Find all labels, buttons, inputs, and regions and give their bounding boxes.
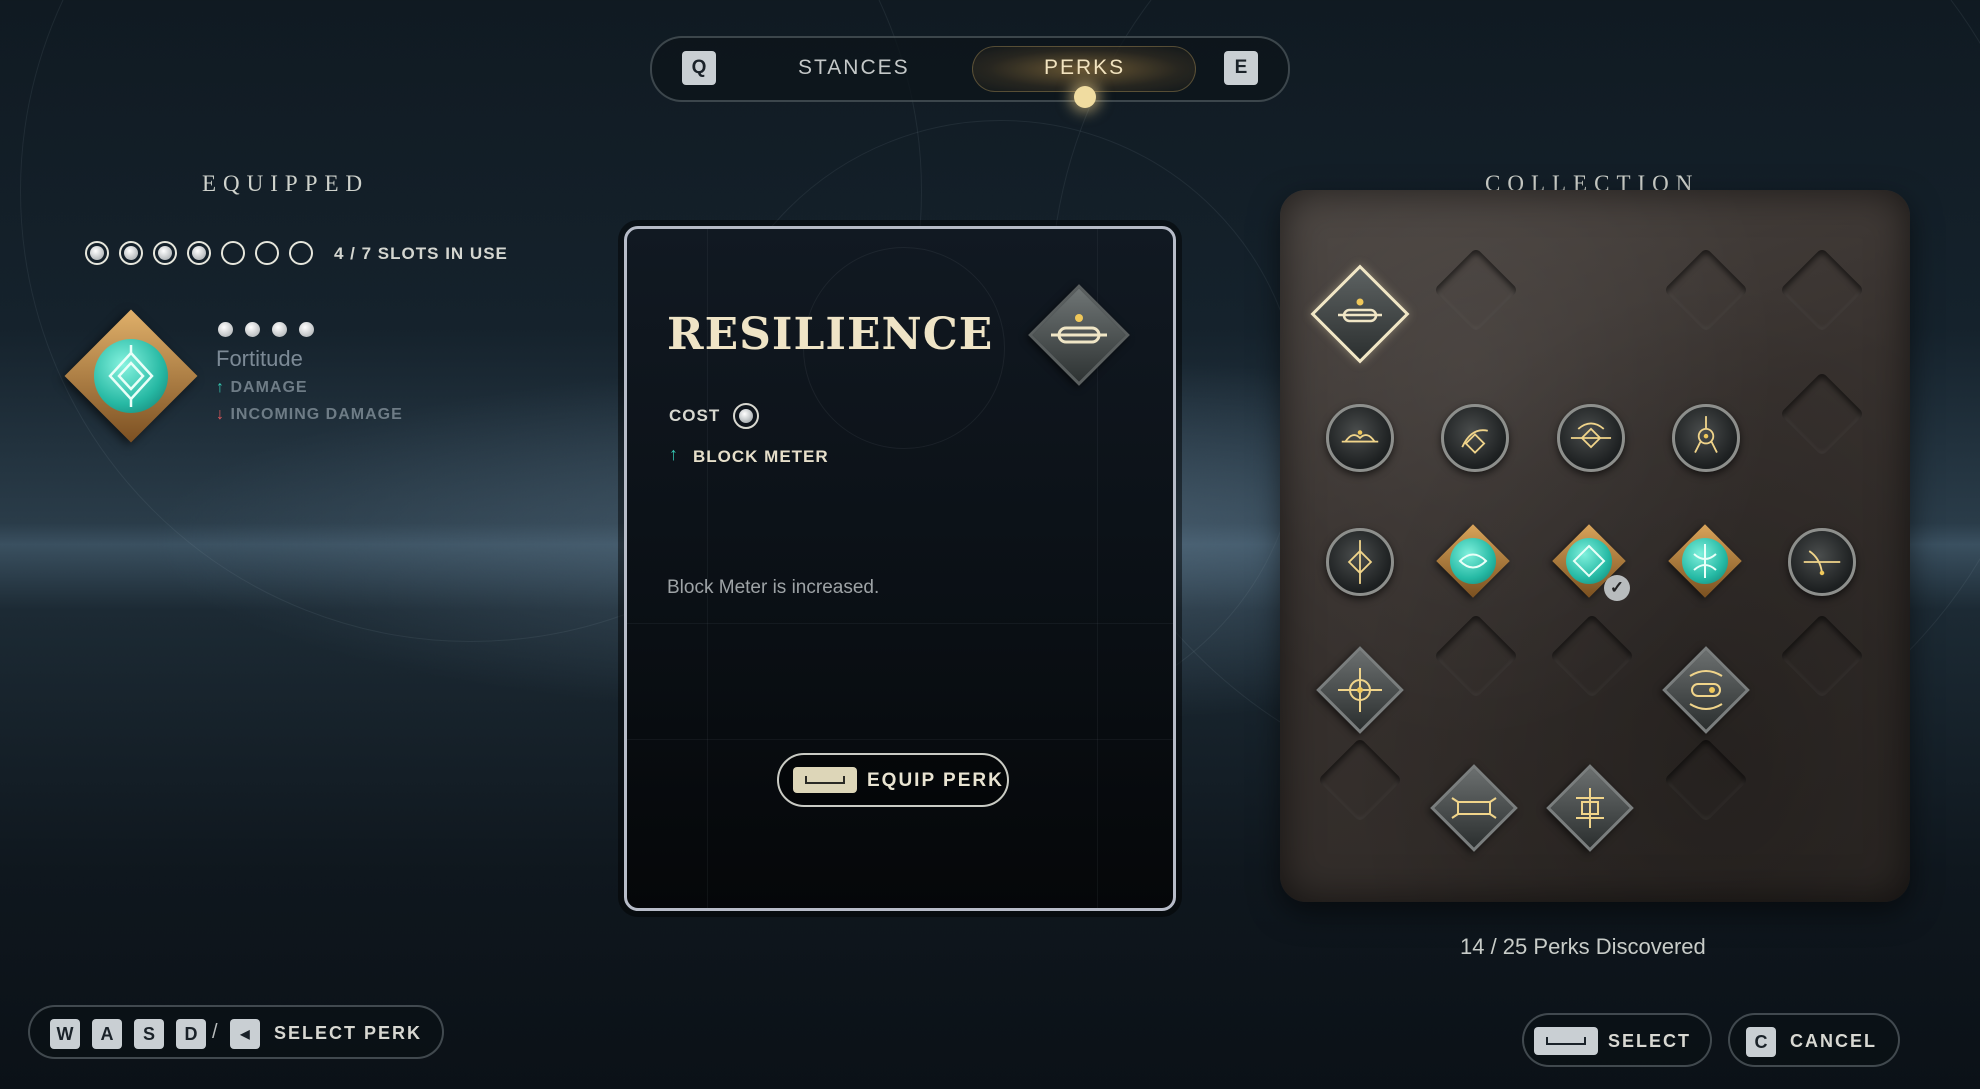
cancel-label: CANCEL: [1790, 1031, 1877, 1051]
effect-label: INCOMING DAMAGE: [230, 406, 403, 423]
perk-description: Block Meter is increased.: [667, 577, 880, 598]
perk-gem-equipped[interactable]: [1668, 524, 1742, 598]
spacebar-key-icon: [1534, 1027, 1598, 1055]
equip-perk-label: EQUIP PERK: [867, 770, 1004, 791]
perk-orb[interactable]: [1326, 404, 1394, 472]
empty-perk-slot: [1434, 614, 1519, 699]
select-button[interactable]: SELECT: [1522, 1013, 1712, 1067]
stat-block-meter: BLOCK METER: [693, 447, 829, 466]
slot-empty: [289, 241, 313, 265]
equipped-perk-name: Fortitude: [216, 346, 303, 371]
perk-detail-card: RESILIENCE COST ↑ BLOCK METER Block Mete…: [624, 226, 1176, 911]
equipped-heading: EQUIPPED: [202, 171, 370, 196]
slot-empty: [255, 241, 279, 265]
cost-pip: [218, 322, 233, 337]
equipped-effect-incoming-damage: ↓ INCOMING DAMAGE: [216, 406, 403, 424]
perk-orb[interactable]: [1557, 404, 1625, 472]
next-tab-key[interactable]: E: [1224, 51, 1258, 85]
fortitude-icon: [94, 339, 168, 413]
equipped-perk-fortitude[interactable]: [64, 309, 198, 443]
cancel-button[interactable]: C CANCEL: [1728, 1013, 1900, 1067]
w-key: W: [50, 1019, 80, 1049]
empty-perk-slot: [1664, 738, 1749, 823]
cost-pip: [245, 322, 260, 337]
empty-perk-slot: [1550, 614, 1635, 699]
arrow-down-icon: ↓: [216, 406, 225, 423]
perk-diamond[interactable]: [1544, 762, 1636, 854]
perk-diamond[interactable]: [1428, 762, 1520, 854]
equipped-effect-damage: ↑ DAMAGE: [216, 379, 308, 397]
perk-diamond[interactable]: [1660, 644, 1752, 736]
d-key: D: [176, 1019, 206, 1049]
select-label: SELECT: [1608, 1031, 1692, 1051]
s-key: S: [134, 1019, 164, 1049]
separator: /: [212, 1021, 218, 1043]
perk-title: RESILIENCE: [667, 309, 994, 360]
tab-perks[interactable]: PERKS: [1044, 56, 1125, 80]
perk-gem-equipped[interactable]: [1436, 524, 1510, 598]
dpad-left-icon: ◀: [230, 1019, 260, 1049]
spacebar-key-icon: [793, 767, 857, 793]
empty-perk-slot: [1664, 248, 1749, 333]
empty-perk-slot: [1780, 614, 1865, 699]
select-perk-hint: W A S D / ◀ SELECT PERK: [28, 1005, 444, 1059]
perk-resilience-selected[interactable]: [1308, 262, 1412, 366]
slot-used: [119, 241, 143, 265]
prev-tab-key[interactable]: Q: [682, 51, 716, 85]
equip-perk-button[interactable]: EQUIP PERK: [777, 753, 1009, 807]
tab-bar: Q STANCES PERKS E: [650, 36, 1290, 108]
c-key: C: [1746, 1027, 1776, 1057]
cost-orb-icon: [733, 403, 759, 429]
empty-perk-slot: [1780, 248, 1865, 333]
slot-empty: [221, 241, 245, 265]
empty-perk-slot: [1318, 738, 1403, 823]
cost-label: COST: [669, 406, 721, 425]
slot-used: [187, 241, 211, 265]
active-tab-indicator: [1074, 86, 1096, 108]
resilience-perk-icon: [1028, 284, 1130, 386]
perk-orb[interactable]: [1326, 528, 1394, 596]
select-perk-label: SELECT PERK: [274, 1023, 423, 1043]
slot-used: [85, 241, 109, 265]
arrow-up-icon: ↑: [669, 444, 678, 464]
tab-stances[interactable]: STANCES: [798, 56, 910, 80]
perk-orb[interactable]: [1441, 404, 1509, 472]
perk-diamond[interactable]: [1314, 644, 1406, 736]
slot-used: [153, 241, 177, 265]
empty-perk-slot: [1434, 248, 1519, 333]
perks-discovered-count: 14 / 25 Perks Discovered: [1460, 934, 1706, 959]
equipped-check-icon: ✓: [1604, 575, 1630, 601]
perk-orb[interactable]: [1672, 404, 1740, 472]
slots-in-use-text: 4 / 7 SLOTS IN USE: [334, 244, 508, 263]
effect-label: DAMAGE: [230, 379, 308, 396]
perk-orb[interactable]: [1788, 528, 1856, 596]
cost-pip: [272, 322, 287, 337]
arrow-up-icon: ↑: [216, 379, 225, 396]
empty-perk-slot: [1780, 372, 1865, 457]
a-key: A: [92, 1019, 122, 1049]
cost-pip: [299, 322, 314, 337]
